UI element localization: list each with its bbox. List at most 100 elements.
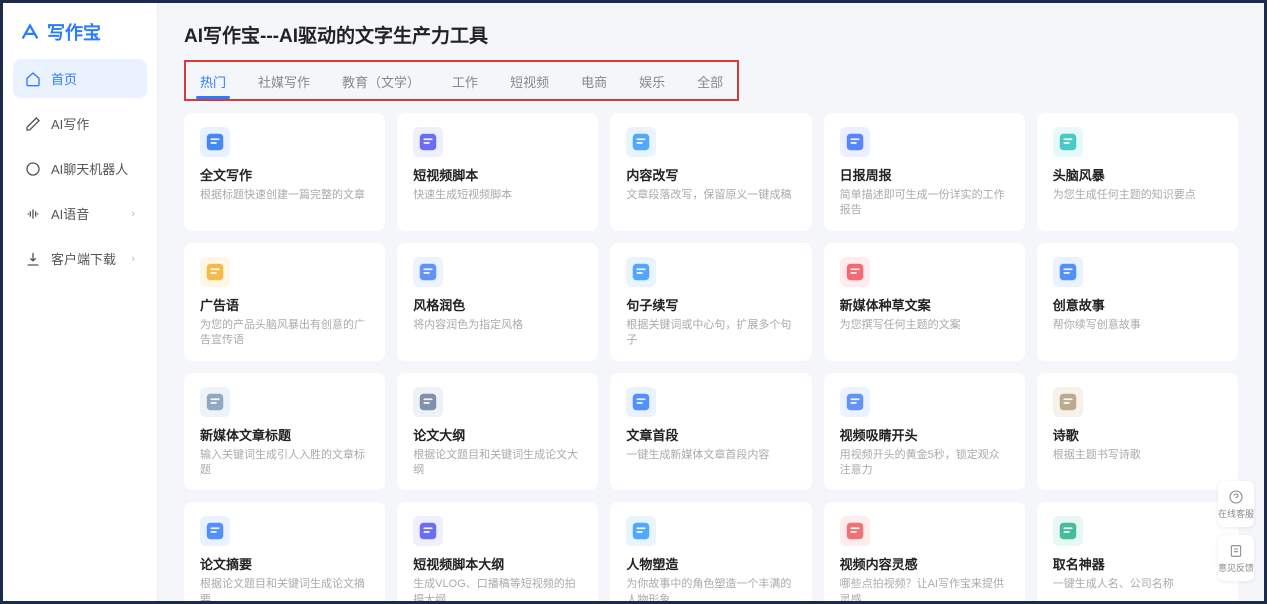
tool-card-4[interactable]: 头脑风暴为您生成任何主题的知识要点 (1037, 113, 1238, 231)
tool-card-15[interactable]: 论文摘要根据论文题目和关键词生成论文摘要 (184, 502, 385, 601)
tab-1[interactable]: 社媒写作 (254, 66, 314, 97)
tool-card-desc: 根据论文题目和关键词生成论文大纲 (413, 448, 582, 479)
nav-item-4[interactable]: 客户端下载 › (13, 239, 147, 278)
chevron-right-icon: › (131, 253, 135, 265)
online-help-label: 在线客服 (1218, 507, 1254, 520)
tool-card-desc: 一键生成新媒体文章首段内容 (626, 448, 795, 463)
continue-icon (626, 257, 656, 287)
tool-card-14[interactable]: 诗歌根据主题书写诗歌 (1037, 373, 1238, 491)
tool-card-11[interactable]: 论文大纲根据论文题目和关键词生成论文大纲 (397, 373, 598, 491)
tab-5[interactable]: 电商 (577, 66, 611, 97)
tool-card-3[interactable]: 日报周报简单描述即可生成一份详实的工作报告 (824, 113, 1025, 231)
script-icon (413, 516, 443, 546)
tool-card-desc: 将内容润色为指定风格 (413, 318, 582, 333)
pencil-icon (25, 116, 41, 132)
tool-card-desc: 为您生成任何主题的知识要点 (1053, 188, 1222, 203)
tool-card-8[interactable]: 新媒体种草文案为您撰写任何主题的文案 (824, 243, 1025, 361)
tab-7[interactable]: 全部 (693, 66, 727, 97)
feedback-icon (1228, 543, 1244, 559)
tool-card-5[interactable]: 广告语为您的产品头脑风暴出有创意的广告宣传语 (184, 243, 385, 361)
nav-item-3[interactable]: AI语音› (13, 194, 147, 233)
tool-card-title: 创意故事 (1053, 295, 1222, 314)
tool-card-16[interactable]: 短视频脚本大纲生成VLOG、口播稿等短视频的拍摄大纲 (397, 502, 598, 601)
tab-4[interactable]: 短视频 (506, 66, 553, 97)
tool-card-12[interactable]: 文章首段一键生成新媒体文章首段内容 (610, 373, 811, 491)
abstract-icon (200, 516, 230, 546)
tool-card-19[interactable]: 取名神器一键生成人名、公司名称 (1037, 502, 1238, 601)
tool-card-desc: 输入关键词生成引人入胜的文章标题 (200, 448, 369, 479)
tool-card-7[interactable]: 句子续写根据关键词或中心句，扩展多个句子 (610, 243, 811, 361)
feedback-label: 意见反馈 (1218, 561, 1254, 574)
sidebar: 写作宝 首页 AI写作 AI聊天机器人 AI语音› 客户端下载 › (3, 3, 158, 601)
tool-card-title: 人物塑造 (626, 554, 795, 573)
tool-card-title: 新媒体种草文案 (840, 295, 1009, 314)
page-title: AI写作宝---AI驱动的文字生产力工具 (184, 21, 1238, 48)
nav-item-0[interactable]: 首页 (13, 59, 147, 98)
tool-card-title: 论文大纲 (413, 425, 582, 444)
headset-icon (1228, 489, 1244, 505)
tool-card-title: 广告语 (200, 295, 369, 314)
style-icon (413, 257, 443, 287)
persona-icon (626, 516, 656, 546)
home-icon (25, 71, 41, 87)
nav-item-label: AI写作 (51, 114, 89, 133)
tab-0[interactable]: 热门 (196, 66, 230, 97)
tool-card-desc: 为您的产品头脑风暴出有创意的广告宣传语 (200, 318, 369, 349)
tool-card-title: 视频吸睛开头 (840, 425, 1009, 444)
tool-card-title: 短视频脚本 (413, 165, 582, 184)
outline-icon (413, 387, 443, 417)
chat-icon (25, 161, 41, 177)
brain-icon (1053, 127, 1083, 157)
tool-card-desc: 文章段落改写，保留原义一键成稿 (626, 188, 795, 203)
brand-logo-icon (19, 21, 41, 43)
ad-icon (200, 257, 230, 287)
brand-logo: 写作宝 (3, 11, 157, 59)
tool-card-title: 内容改写 (626, 165, 795, 184)
tool-card-0[interactable]: 全文写作根据标题快速创建一篇完整的文章 (184, 113, 385, 231)
tool-card-title: 论文摘要 (200, 554, 369, 573)
tool-card-18[interactable]: 视频内容灵感哪些点拍视频？让AI写作宝来提供灵感 (824, 502, 1025, 601)
nav-item-2[interactable]: AI聊天机器人 (13, 149, 147, 188)
tool-card-desc: 根据论文题目和关键词生成论文摘要 (200, 577, 369, 601)
tool-card-1[interactable]: 短视频脚本快速生成短视频脚本 (397, 113, 598, 231)
tool-card-title: 取名神器 (1053, 554, 1222, 573)
tool-grid: 全文写作根据标题快速创建一篇完整的文章短视频脚本快速生成短视频脚本内容改写文章段… (184, 113, 1238, 601)
tool-card-desc: 哪些点拍视频？让AI写作宝来提供灵感 (840, 577, 1009, 601)
para-icon (626, 387, 656, 417)
tool-card-17[interactable]: 人物塑造为你故事中的角色塑造一个丰满的人物形象 (610, 502, 811, 601)
tool-card-desc: 根据关键词或中心句，扩展多个句子 (626, 318, 795, 349)
tool-card-title: 句子续写 (626, 295, 795, 314)
tab-3[interactable]: 工作 (448, 66, 482, 97)
nav-item-label: 客户端下载 (51, 249, 116, 268)
tab-2[interactable]: 教育（文学） (338, 66, 424, 97)
report-icon (840, 127, 870, 157)
idea-icon (840, 516, 870, 546)
tool-card-desc: 根据标题快速创建一篇完整的文章 (200, 188, 369, 203)
rewrite-icon (626, 127, 656, 157)
tool-card-desc: 快速生成短视频脚本 (413, 188, 582, 203)
online-help-button[interactable]: 在线客服 (1218, 481, 1254, 527)
tool-card-desc: 为您撰写任何主题的文案 (840, 318, 1009, 333)
nav-item-label: AI聊天机器人 (51, 159, 128, 178)
feedback-button[interactable]: 意见反馈 (1218, 535, 1254, 581)
name-icon (1053, 516, 1083, 546)
nav-item-1[interactable]: AI写作 (13, 104, 147, 143)
tool-card-title: 视频内容灵感 (840, 554, 1009, 573)
tab-6[interactable]: 娱乐 (635, 66, 669, 97)
hook-icon (840, 387, 870, 417)
tool-card-desc: 简单描述即可生成一份详实的工作报告 (840, 188, 1009, 219)
tool-card-13[interactable]: 视频吸睛开头用视频开头的黄金5秒，锁定观众注意力 (824, 373, 1025, 491)
nav-item-label: AI语音 (51, 204, 89, 223)
tool-card-desc: 为你故事中的角色塑造一个丰满的人物形象 (626, 577, 795, 601)
tool-card-2[interactable]: 内容改写文章段落改写，保留原义一键成稿 (610, 113, 811, 231)
title-icon (200, 387, 230, 417)
tool-card-10[interactable]: 新媒体文章标题输入关键词生成引人入胜的文章标题 (184, 373, 385, 491)
seed-icon (840, 257, 870, 287)
tool-card-title: 文章首段 (626, 425, 795, 444)
tool-card-title: 诗歌 (1053, 425, 1222, 444)
tool-card-6[interactable]: 风格润色将内容润色为指定风格 (397, 243, 598, 361)
tool-card-desc: 生成VLOG、口播稿等短视频的拍摄大纲 (413, 577, 582, 601)
content-area: AI写作宝---AI驱动的文字生产力工具 热门社媒写作教育（文学） 工作短视频电商… (158, 3, 1264, 601)
tool-card-9[interactable]: 创意故事帮你续写创意故事 (1037, 243, 1238, 361)
nav-list: 首页 AI写作 AI聊天机器人 AI语音› 客户端下载 › (3, 59, 157, 278)
